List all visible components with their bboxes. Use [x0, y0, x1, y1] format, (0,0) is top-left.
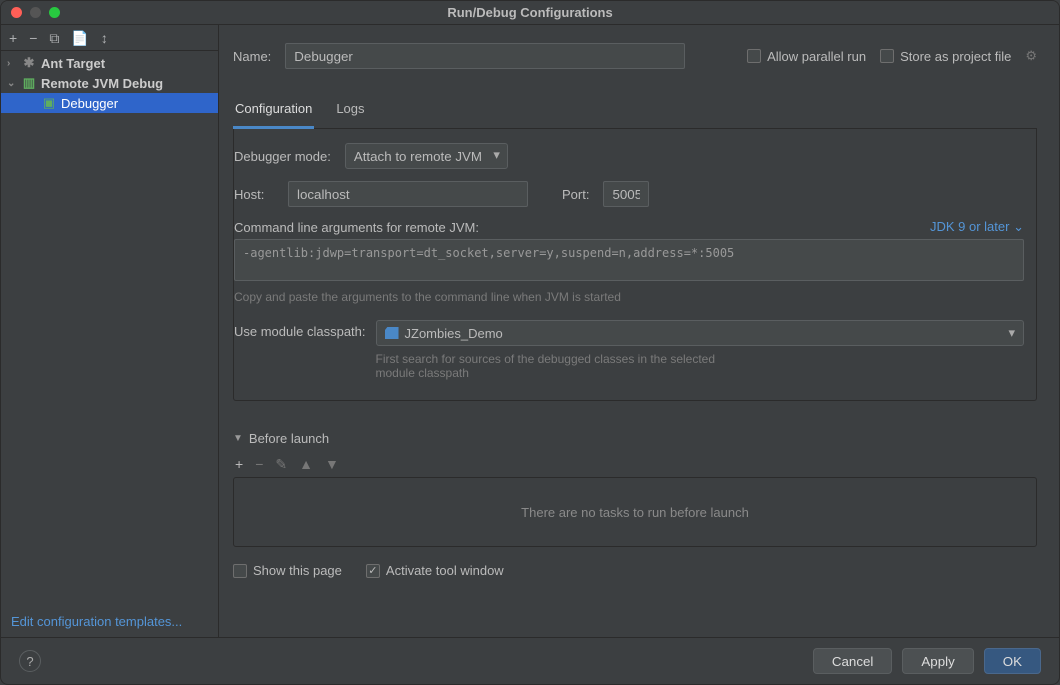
chevron-down-icon: ▾ — [1008, 325, 1015, 341]
empty-tasks-label: There are no tasks to run before launch — [521, 505, 749, 520]
triangle-down-icon: ▼ — [233, 433, 243, 444]
bug-icon — [41, 95, 57, 111]
cmd-hint: Copy and paste the arguments to the comm… — [234, 290, 1024, 304]
before-launch-label: Before launch — [249, 431, 329, 446]
help-button[interactable]: ? — [19, 650, 41, 672]
before-launch-header[interactable]: ▼ Before launch — [233, 431, 1037, 446]
config-tree: › Ant Target ⌄ Remote JVM Debug Debugger — [1, 51, 218, 606]
ok-button[interactable]: OK — [984, 648, 1041, 674]
host-input[interactable] — [288, 181, 528, 207]
before-launch-list: There are no tasks to run before launch — [233, 477, 1037, 547]
tabs: Configuration Logs — [233, 95, 1037, 129]
sidebar: + − ⧉ 📄 ↕ › Ant Target ⌄ Remote JVM Debu… — [1, 25, 219, 637]
checkbox-icon — [747, 49, 761, 63]
checkbox-label: Show this page — [253, 563, 342, 578]
tree-label: Debugger — [61, 96, 118, 111]
gear-icon[interactable]: ⚙ — [1025, 48, 1037, 64]
move-up-icon: ▲ — [299, 456, 313, 473]
checkbox-label: Activate tool window — [386, 563, 504, 578]
save-config-icon[interactable]: 📄 — [71, 31, 88, 45]
chevron-down-icon: ⌄ — [7, 78, 17, 89]
classpath-select[interactable]: JZombies_Demo ▾ — [376, 320, 1024, 346]
port-label: Port: — [562, 187, 589, 202]
allow-parallel-checkbox[interactable]: Allow parallel run — [747, 49, 866, 64]
port-input[interactable] — [603, 181, 649, 207]
tab-logs[interactable]: Logs — [334, 95, 366, 128]
show-page-checkbox[interactable]: Show this page — [233, 563, 342, 578]
chevron-down-icon: ⌄ — [1013, 219, 1024, 234]
classpath-hint: First search for sources of the debugged… — [376, 352, 716, 380]
remove-task-icon: − — [255, 456, 263, 473]
edit-templates-link[interactable]: Edit configuration templates... — [11, 614, 182, 629]
name-label: Name: — [233, 49, 271, 64]
dialog-footer: ? Cancel Apply OK — [1, 637, 1059, 684]
sort-config-icon[interactable]: ↕ — [101, 31, 108, 45]
copy-config-icon[interactable]: ⧉ — [49, 31, 59, 45]
add-task-icon[interactable]: + — [235, 456, 243, 473]
checkbox-label: Store as project file — [900, 49, 1011, 64]
chevron-right-icon: › — [7, 58, 17, 69]
cmd-args-textarea[interactable]: -agentlib:jdwp=transport=dt_socket,serve… — [234, 239, 1024, 281]
edit-task-icon: ✎ — [275, 456, 287, 473]
titlebar: Run/Debug Configurations — [1, 1, 1059, 25]
tree-item-remote-jvm[interactable]: ⌄ Remote JVM Debug — [1, 73, 218, 93]
cancel-button[interactable]: Cancel — [813, 648, 893, 674]
checkbox-label: Allow parallel run — [767, 49, 866, 64]
ant-icon — [21, 55, 37, 71]
tree-label: Ant Target — [41, 56, 105, 71]
host-label: Host: — [234, 187, 274, 202]
tree-item-ant-target[interactable]: › Ant Target — [1, 53, 218, 73]
plug-icon — [21, 75, 37, 91]
tree-label: Remote JVM Debug — [41, 76, 163, 91]
checkbox-icon — [233, 564, 247, 578]
store-project-checkbox[interactable]: Store as project file — [880, 49, 1011, 64]
module-icon — [385, 327, 399, 339]
apply-button[interactable]: Apply — [902, 648, 973, 674]
remove-config-icon[interactable]: − — [29, 31, 37, 45]
before-launch-section: ▼ Before launch + − ✎ ▲ ▼ There are no t… — [233, 431, 1037, 578]
name-input[interactable] — [285, 43, 685, 69]
tree-item-debugger[interactable]: Debugger — [1, 93, 218, 113]
debugger-mode-select[interactable]: Attach to remote JVM — [345, 143, 508, 169]
tab-configuration[interactable]: Configuration — [233, 95, 314, 129]
main-panel: Name: Allow parallel run Store as projec… — [219, 25, 1059, 637]
checkbox-icon — [880, 49, 894, 63]
add-config-icon[interactable]: + — [9, 31, 17, 45]
window-title: Run/Debug Configurations — [1, 5, 1059, 20]
jdk-version-link[interactable]: JDK 9 or later ⌄ — [930, 219, 1024, 235]
classpath-label: Use module classpath: — [234, 320, 366, 339]
classpath-value: JZombies_Demo — [405, 326, 503, 341]
sidebar-toolbar: + − ⧉ 📄 ↕ — [1, 25, 218, 51]
cmd-args-label: Command line arguments for remote JVM: — [234, 220, 479, 235]
checkbox-icon — [366, 564, 380, 578]
debugger-mode-label: Debugger mode: — [234, 149, 331, 164]
activate-tool-checkbox[interactable]: Activate tool window — [366, 563, 504, 578]
configuration-panel: Debugger mode: Attach to remote JVM Host… — [233, 129, 1037, 401]
move-down-icon: ▼ — [325, 456, 339, 473]
